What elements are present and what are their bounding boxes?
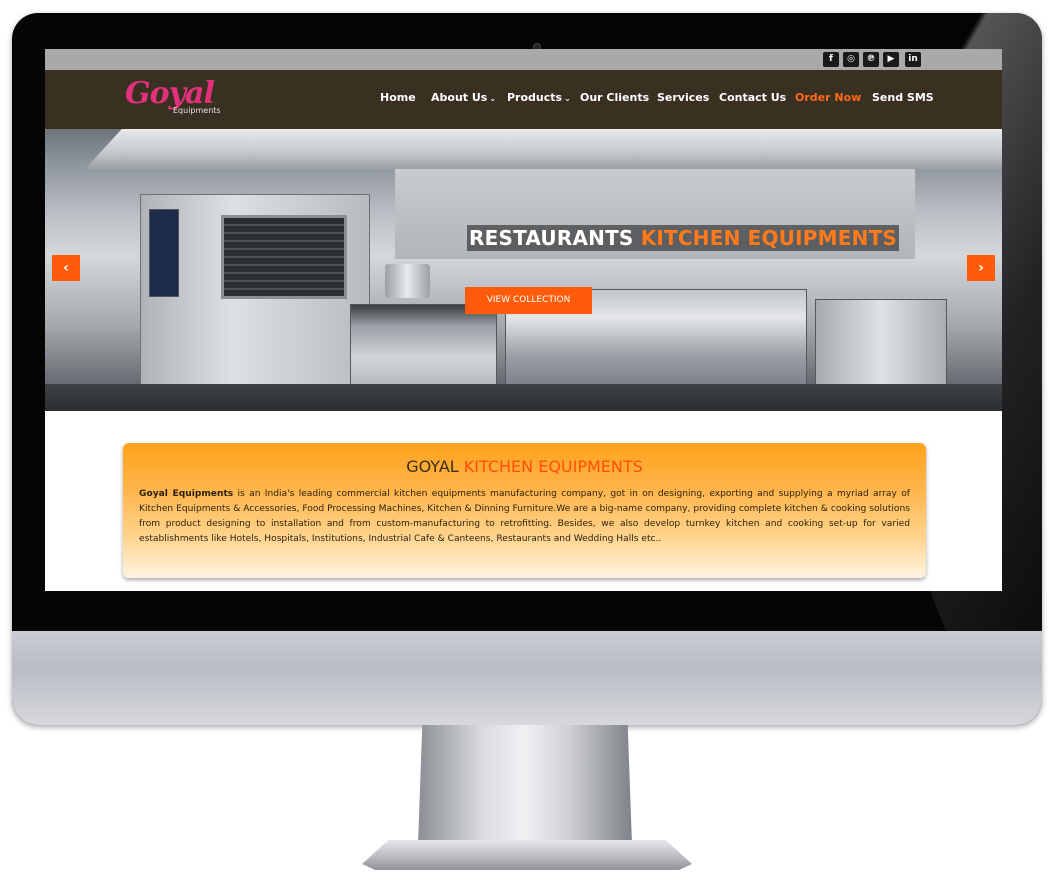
hero-slider: RESTAURANTS KITCHEN EQUIPMENTS VIEW COLL… <box>45 129 1002 411</box>
nav-about-us[interactable]: About Us ⌄ <box>431 91 496 104</box>
social-topbar: f ◎ ℗ ▶ in <box>45 49 1002 70</box>
main-navbar: Goyal Equipments Home About Us ⌄ Products… <box>45 70 1002 129</box>
stock-pot-image <box>385 264 430 298</box>
nav-our-clients[interactable]: Our Clients <box>580 91 649 104</box>
website-screen: f ◎ ℗ ▶ in Goyal Equipments Home About U… <box>45 49 1002 591</box>
slider-prev-icon[interactable]: ‹ <box>52 255 80 281</box>
hero-headline-orange: KITCHEN EQUIPMENTS <box>640 226 898 250</box>
nav-products-label: Products <box>507 91 563 104</box>
nav-services[interactable]: Services <box>657 91 709 104</box>
logo[interactable]: Goyal Equipments <box>125 76 225 122</box>
kitchen-floor-image <box>45 384 1002 411</box>
youtube-icon[interactable]: ▶ <box>883 52 899 67</box>
monitor-base <box>362 840 692 870</box>
slider-next-icon[interactable]: › <box>967 255 995 281</box>
instagram-icon[interactable]: ◎ <box>843 52 859 67</box>
nav-order-now[interactable]: Order Now <box>795 91 861 104</box>
nav-contact-us[interactable]: Contact Us <box>719 91 786 104</box>
about-box: GOYAL KITCHEN EQUIPMENTS Goyal Equipment… <box>123 443 926 578</box>
facebook-icon[interactable]: f <box>823 52 839 67</box>
linkedin-icon[interactable]: in <box>905 52 921 67</box>
monitor-chin <box>12 631 1042 725</box>
hero-headline: RESTAURANTS KITCHEN EQUIPMENTS <box>467 225 900 251</box>
monitor-stand <box>418 725 632 845</box>
oven-window <box>221 215 347 299</box>
logo-subtitle: Equipments <box>173 106 221 115</box>
view-collection-button[interactable]: VIEW COLLECTION <box>465 287 592 314</box>
nav-send-sms[interactable]: Send SMS <box>872 91 934 104</box>
nav-home[interactable]: Home <box>380 91 416 104</box>
about-title: GOYAL KITCHEN EQUIPMENTS <box>123 457 926 476</box>
chevron-down-icon: ⌄ <box>564 94 571 103</box>
about-company-name: Goyal Equipments <box>139 489 234 499</box>
kitchen-hood-image <box>85 129 1002 169</box>
about-text: Goyal Equipments is an India's leading c… <box>139 487 910 547</box>
oven-control-panel <box>149 209 179 297</box>
nav-products[interactable]: Products ⌄ <box>507 91 571 104</box>
about-title-dark: GOYAL <box>406 457 459 476</box>
combi-oven-image <box>140 194 370 396</box>
nav-about-label: About Us <box>431 91 488 104</box>
pinterest-icon[interactable]: ℗ <box>863 52 879 67</box>
about-description: is an India's leading commercial kitchen… <box>139 489 910 544</box>
chevron-down-icon: ⌄ <box>489 94 497 103</box>
about-title-orange: KITCHEN EQUIPMENTS <box>463 457 643 476</box>
hero-headline-white: RESTAURANTS <box>469 226 634 250</box>
